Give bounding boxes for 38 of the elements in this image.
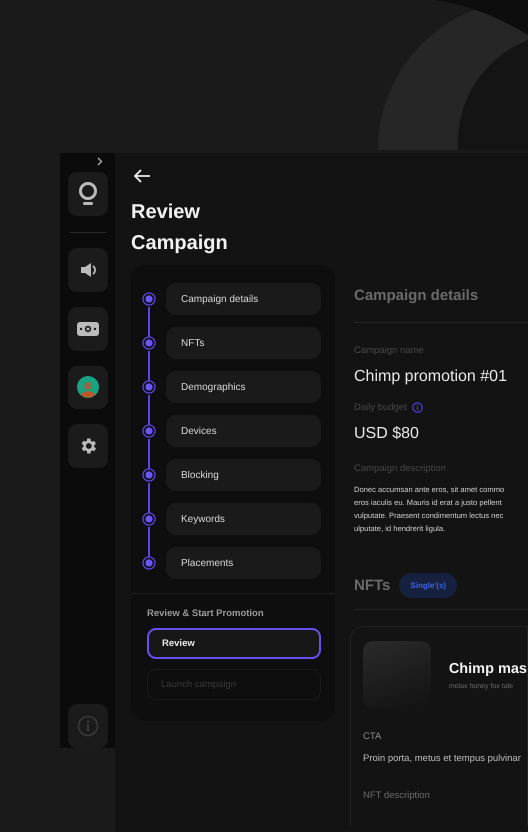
step-item[interactable]: Placements: [166, 547, 321, 579]
step-item[interactable]: Blocking: [166, 459, 321, 491]
step-connector: [148, 395, 150, 425]
step-connector: [148, 439, 150, 469]
section-title: Review & Start Promotion: [147, 608, 265, 619]
step-connector: [148, 351, 150, 381]
speaker-icon: [78, 262, 96, 278]
sidebar-button[interactable]: [68, 306, 108, 350]
step-connector: [148, 527, 150, 557]
info-icon: [76, 715, 98, 738]
step-item[interactable]: NFTs: [166, 327, 321, 359]
step-item[interactable]: Demographics: [166, 371, 321, 403]
section-heading: NFTs: [354, 577, 390, 594]
sidebar-button[interactable]: [68, 172, 108, 216]
page-title: Review Campaign: [131, 200, 229, 256]
back-arrow-icon[interactable]: [133, 169, 151, 183]
field-label: NFT description: [363, 790, 431, 801]
info-icon[interactable]: [412, 402, 423, 413]
avatar-icon: [76, 376, 98, 398]
field-value: Proin porta, metus et tempus pulvinar: [363, 753, 522, 764]
chevron-right-icon[interactable]: [97, 157, 103, 166]
step-item[interactable]: Devices: [166, 415, 321, 447]
field-value: Chimp promotion #01: [354, 368, 508, 386]
sidebar-button[interactable]: [68, 248, 108, 292]
step-connector: [148, 307, 150, 337]
field-value: USD $80: [354, 425, 420, 443]
section-heading: Campaign details: [354, 287, 480, 304]
action-button[interactable]: Review: [147, 628, 321, 659]
logo-icon: [78, 180, 98, 207]
money-icon: [76, 322, 98, 336]
sidebar-button[interactable]: [68, 366, 108, 410]
field-label: CTA: [363, 731, 382, 742]
step-item[interactable]: Campaign details: [166, 283, 321, 315]
sidebar-button[interactable]: [68, 424, 108, 468]
step-item[interactable]: Keywords: [166, 503, 321, 535]
type-badge: Single'(s): [399, 573, 458, 598]
step-connector: [148, 483, 150, 513]
nft-name: Chimp mas: [448, 660, 527, 676]
